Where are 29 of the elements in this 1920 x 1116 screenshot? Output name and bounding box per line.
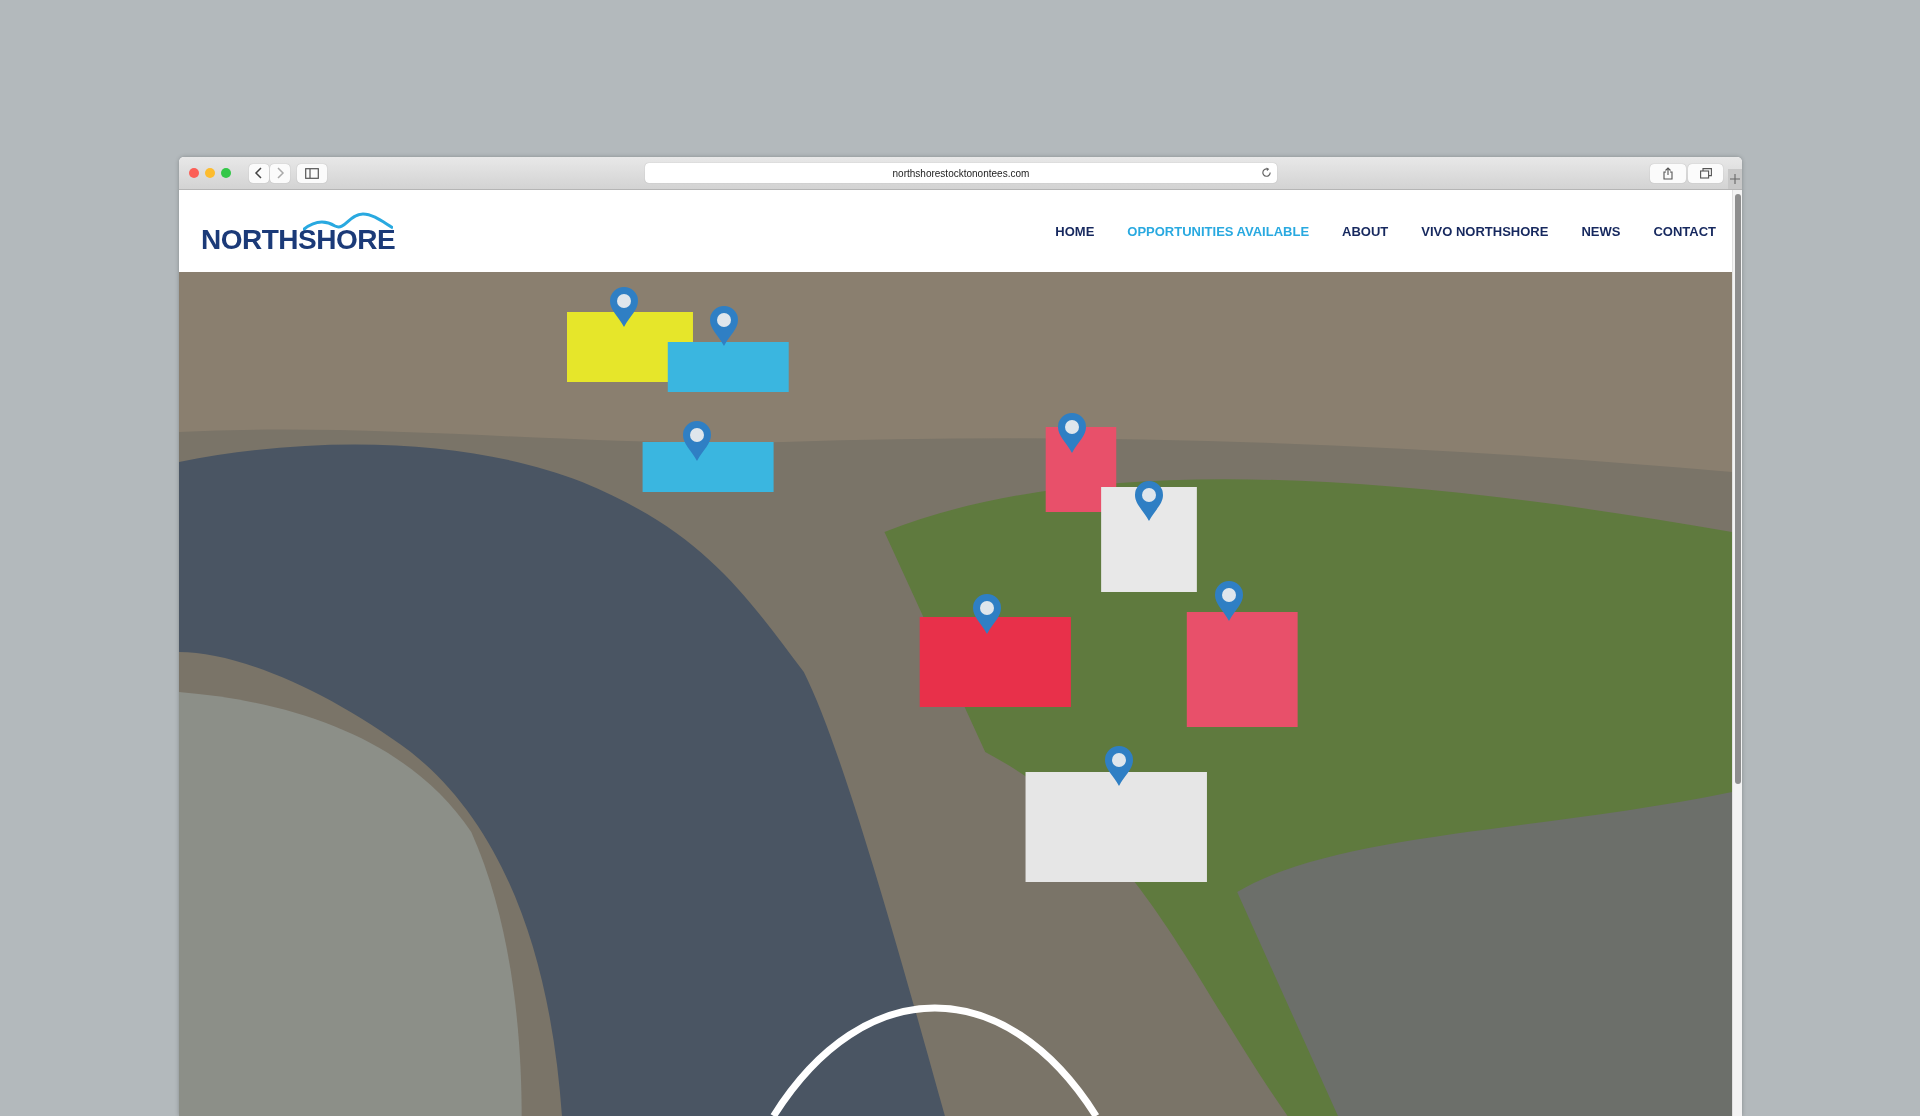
close-icon[interactable] — [189, 168, 199, 178]
scrollbar[interactable] — [1732, 190, 1742, 1116]
reload-icon[interactable] — [1261, 167, 1273, 178]
nav-link[interactable]: VIVO NORTHSHORE — [1421, 223, 1549, 239]
tabs-icon — [1699, 167, 1712, 179]
new-tab-button[interactable] — [1728, 169, 1742, 189]
chevron-right-icon — [275, 167, 285, 179]
northshore-logo[interactable]: NORTHSHORE — [201, 212, 396, 254]
sidebar-icon — [304, 167, 319, 179]
map-pin-icon[interactable] — [608, 286, 640, 328]
url-text: northshorestocktonontees.com — [892, 167, 1030, 179]
nav-link[interactable]: ABOUT — [1342, 223, 1389, 239]
nav-link[interactable]: HOME — [1055, 223, 1095, 239]
back-button[interactable] — [249, 163, 269, 183]
map-pin-icon[interactable] — [1133, 480, 1165, 522]
chevron-left-icon — [254, 167, 264, 179]
map-pin-icon[interactable] — [681, 420, 713, 462]
map-pin-icon[interactable] — [1056, 412, 1088, 454]
map-pin-icon[interactable] — [1103, 745, 1135, 787]
map-pin-icon[interactable] — [971, 593, 1003, 635]
tabs-button[interactable] — [1687, 163, 1724, 183]
nav-link[interactable]: NEWS — [1581, 223, 1621, 239]
map-pin-icon[interactable] — [1213, 580, 1245, 622]
address-field[interactable]: northshorestocktonontees.com — [644, 163, 1278, 183]
plus-icon — [1730, 174, 1741, 184]
share-icon — [1663, 166, 1674, 180]
map-pin-icon[interactable] — [708, 305, 740, 347]
sidebar-button[interactable] — [297, 163, 327, 183]
nav-link[interactable]: CONTACT — [1653, 223, 1716, 239]
